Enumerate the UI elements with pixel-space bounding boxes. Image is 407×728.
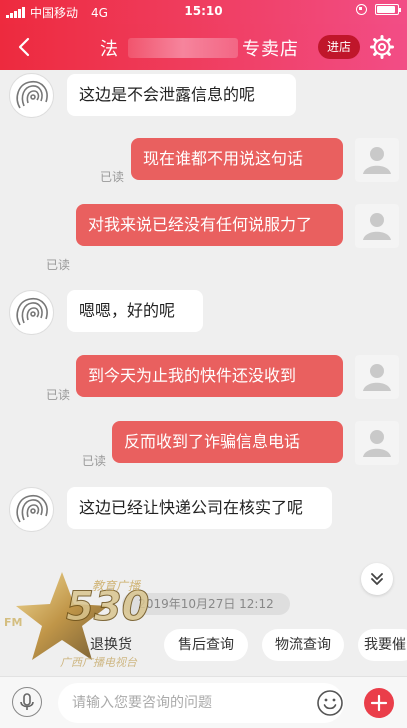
agent-avatar bbox=[9, 73, 54, 118]
chip-after-sales[interactable]: 售后查询 bbox=[164, 629, 248, 661]
message-bubble-incoming: 嗯嗯，好的呢 bbox=[67, 290, 203, 332]
more-button[interactable] bbox=[364, 688, 394, 718]
quick-reply-bar: 退换货 售后查询 物流查询 我要催 bbox=[0, 627, 407, 663]
message-bubble-incoming: 这边是不会泄露信息的呢 bbox=[67, 74, 296, 116]
shop-title-end: 专卖店 bbox=[242, 39, 299, 60]
chip-return-exchange[interactable]: 退换货 bbox=[62, 629, 154, 661]
battery-icon bbox=[375, 4, 401, 15]
message-bubble-incoming: 这边已经让快递公司在核实了呢 bbox=[67, 487, 332, 529]
read-status: 已读 bbox=[46, 388, 71, 402]
scroll-to-bottom-button[interactable] bbox=[361, 563, 393, 595]
chevron-double-down-icon bbox=[371, 573, 383, 585]
user-avatar bbox=[355, 421, 399, 465]
microphone-icon bbox=[20, 693, 34, 710]
status-right bbox=[356, 4, 401, 15]
chip-urge[interactable]: 我要催 bbox=[358, 629, 407, 661]
plus-icon bbox=[370, 694, 388, 712]
message-bubble-outgoing: 对我来说已经没有任何说服力了 bbox=[76, 204, 343, 246]
status-bar: 中国移动 4G 15:10 bbox=[0, 0, 407, 24]
message-bubble-outgoing: 到今天为止我的快件还没收到 bbox=[76, 355, 343, 397]
emoji-icon[interactable] bbox=[316, 689, 344, 717]
agent-avatar bbox=[9, 290, 54, 335]
read-status: 已读 bbox=[46, 258, 71, 272]
message-input[interactable] bbox=[58, 683, 344, 723]
enter-shop-button[interactable]: 进店 bbox=[318, 35, 360, 59]
svg-text:教育广播: 教育广播 bbox=[92, 579, 142, 593]
back-arrow-icon[interactable] bbox=[14, 36, 36, 58]
input-bar bbox=[0, 676, 407, 728]
nav-bar: 法 专卖店 进店 bbox=[0, 24, 407, 70]
shop-title: 法 专卖店 bbox=[100, 35, 298, 61]
chip-logistics[interactable]: 物流查询 bbox=[262, 629, 344, 661]
shop-title-start: 法 bbox=[100, 39, 119, 60]
voice-button[interactable] bbox=[12, 687, 42, 717]
read-status: 已读 bbox=[82, 454, 107, 468]
read-status: 已读 bbox=[100, 170, 125, 184]
gear-icon[interactable] bbox=[370, 35, 394, 59]
redacted-shop-name bbox=[128, 38, 238, 58]
status-time: 15:10 bbox=[184, 4, 223, 18]
rotation-lock-icon bbox=[356, 4, 367, 15]
message-bubble-outgoing: 现在谁都不用说这句话 bbox=[131, 138, 343, 180]
user-avatar bbox=[355, 204, 399, 248]
user-avatar bbox=[355, 138, 399, 182]
chat-timestamp: 2019年10月27日 12:12 bbox=[122, 593, 290, 615]
message-bubble-outgoing: 反而收到了诈骗信息电话 bbox=[112, 421, 343, 463]
user-avatar bbox=[355, 355, 399, 399]
agent-avatar bbox=[9, 487, 54, 532]
